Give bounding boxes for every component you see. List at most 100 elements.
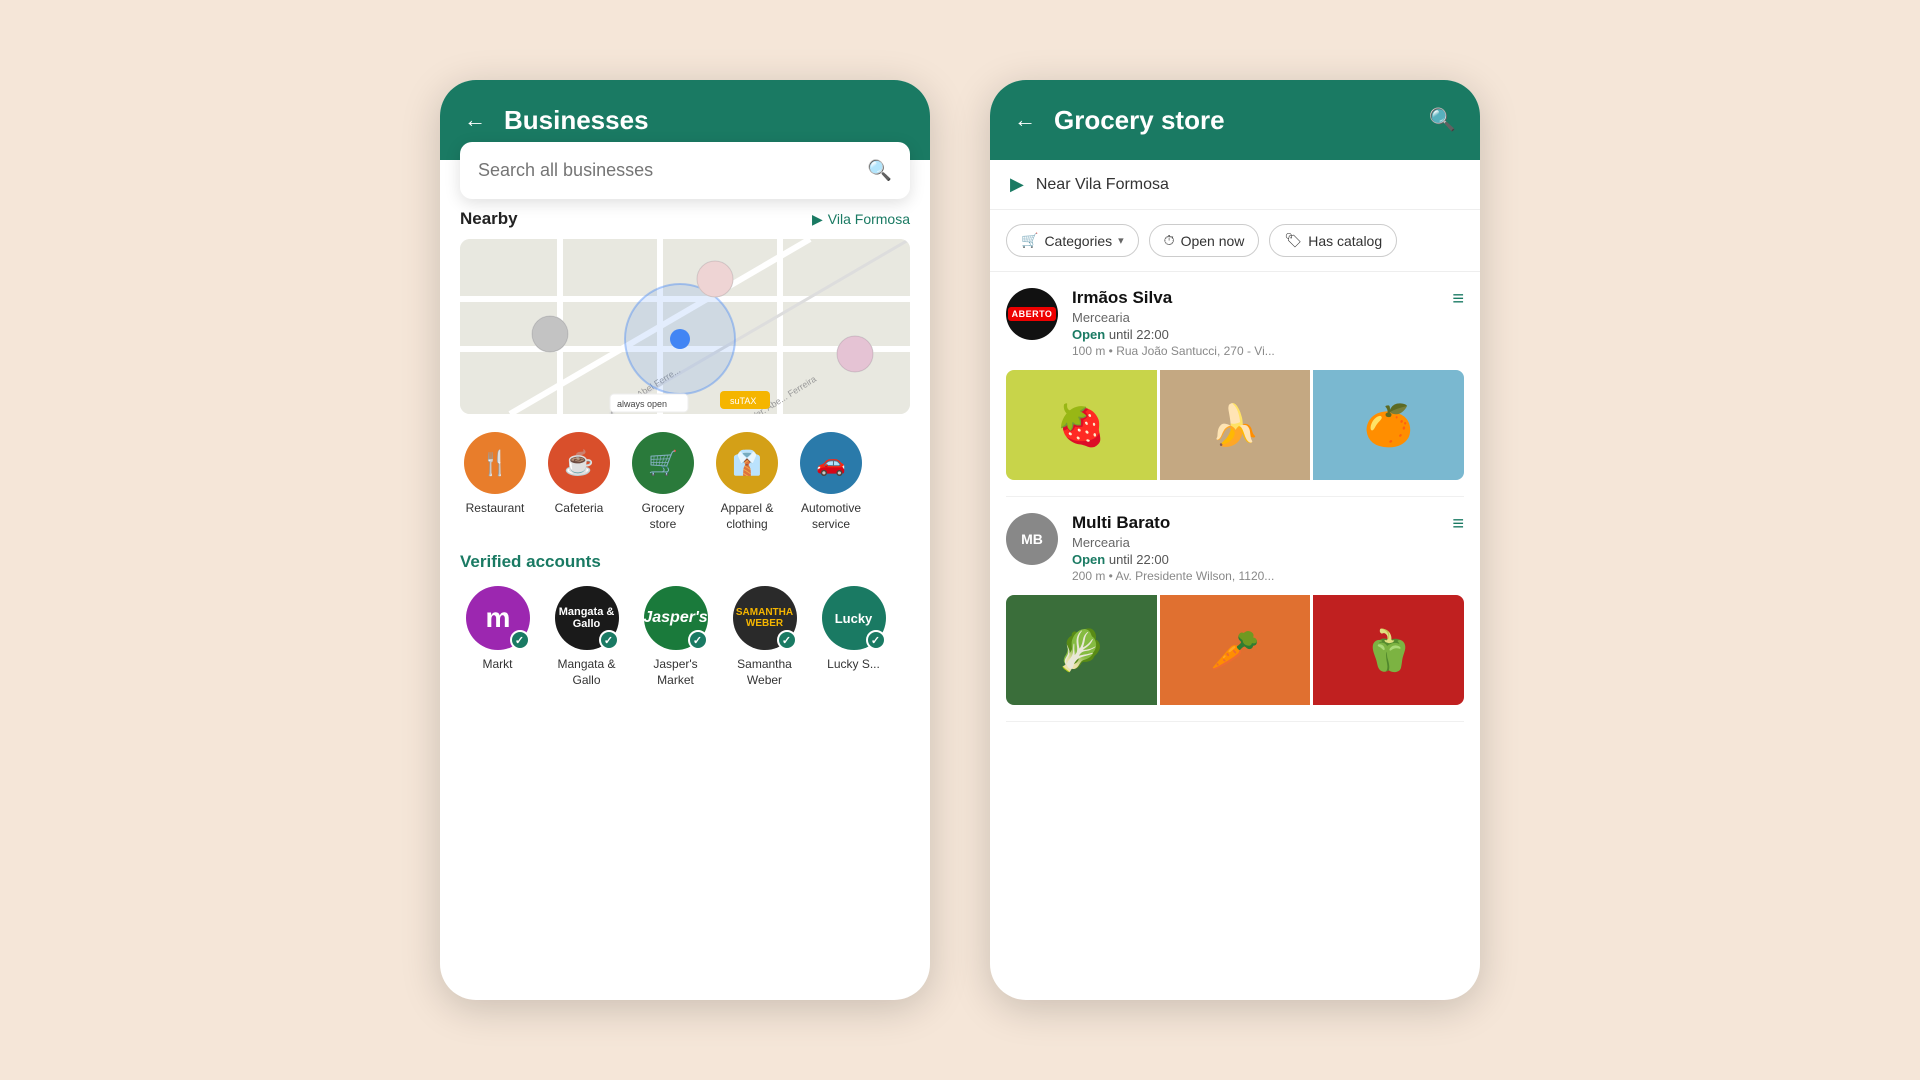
- restaurant-label: Restaurant: [466, 501, 525, 517]
- multibarato-address: 200 m • Av. Presidente Wilson, 1120...: [1072, 569, 1438, 583]
- mangata-name: Mangata & Gallo: [549, 657, 624, 688]
- lucky-check-icon: ✓: [866, 630, 886, 650]
- jaspers-avatar: Jasper's ✓: [644, 586, 708, 650]
- back-button[interactable]: ←: [464, 107, 486, 133]
- navigation-icon: ▶: [1010, 174, 1024, 195]
- irmaos-menu-icon[interactable]: ≡: [1452, 288, 1464, 311]
- category-auto[interactable]: 🚗 Automotive service: [796, 432, 866, 532]
- mangata-avatar: Mangata & Gallo ✓: [555, 586, 619, 650]
- filter-has-catalog[interactable]: 🏷 Has catalog: [1269, 224, 1397, 257]
- right-header: ← Grocery store 🔍: [990, 80, 1480, 160]
- category-apparel[interactable]: 👔 Apparel & clothing: [712, 432, 782, 532]
- business-irmaos[interactable]: ABERTO Irmãos Silva Mercearia Open until…: [1006, 272, 1464, 497]
- filter-open-now[interactable]: ⏱ Open now: [1149, 224, 1260, 257]
- nearby-section-header: Nearby ▶ Vila Formosa: [460, 209, 910, 229]
- apparel-label: Apparel & clothing: [712, 501, 782, 532]
- search-bar[interactable]: 🔍: [460, 142, 910, 199]
- markt-name: Markt: [483, 657, 513, 673]
- verified-mangata[interactable]: Mangata & Gallo ✓ Mangata & Gallo: [549, 586, 624, 688]
- filter-categories[interactable]: 🛒 Categories ▾: [1006, 224, 1139, 257]
- left-content: Nearby ▶ Vila Formosa Av. Ver.: [440, 209, 930, 688]
- verified-accounts-row: m ✓ Markt Mangata & Gallo ✓ Mangata & Ga…: [460, 586, 910, 688]
- nearby-label: Nearby: [460, 209, 518, 229]
- irmaos-status: Open until 22:00: [1072, 327, 1438, 342]
- chevron-down-icon: ▾: [1118, 234, 1124, 247]
- search-input[interactable]: [478, 160, 855, 181]
- irmaos-type: Mercearia: [1072, 310, 1438, 325]
- multibarato-status: Open until 22:00: [1072, 552, 1438, 567]
- restaurant-icon: 🍴: [464, 432, 526, 494]
- irmaos-address: 100 m • Rua João Santucci, 270 - Vi...: [1072, 344, 1438, 358]
- irmaos-top: ABERTO Irmãos Silva Mercearia Open until…: [1006, 288, 1464, 358]
- irmaos-images: 🍓 🍌 🍊: [1006, 370, 1464, 480]
- jaspers-name: Jasper's Market: [638, 657, 713, 688]
- auto-icon: 🚗: [800, 432, 862, 494]
- samantha-name: Samantha Weber: [727, 657, 802, 688]
- markt-avatar: m ✓: [466, 586, 530, 650]
- right-phone: ← Grocery store 🔍 ▶ Near Vila Formosa 🛒 …: [990, 80, 1480, 1000]
- location-badge[interactable]: ▶ Vila Formosa: [812, 211, 910, 228]
- business-list: ABERTO Irmãos Silva Mercearia Open until…: [990, 272, 1480, 722]
- multibarato-avatar: MB: [1006, 513, 1058, 565]
- map-area[interactable]: Av. Ver. Abel Ferre... Ver. Abe... Ferre…: [460, 239, 910, 414]
- grocery-label: Grocery store: [628, 501, 698, 532]
- grocery-icon: 🛒: [632, 432, 694, 494]
- multibarato-name: Multi Barato: [1072, 513, 1438, 533]
- location-text: Near Vila Formosa: [1036, 176, 1169, 194]
- irmaos-img-1: 🍓: [1006, 370, 1157, 480]
- irmaos-img-3: 🍊: [1313, 370, 1464, 480]
- lucky-avatar: Lucky ✓: [822, 586, 886, 650]
- irmaos-hours: until 22:00: [1105, 327, 1169, 342]
- categories-row: 🍴 Restaurant ☕ Cafeteria 🛒 Grocery store…: [460, 432, 910, 532]
- verified-jaspers[interactable]: Jasper's ✓ Jasper's Market: [638, 586, 713, 688]
- svg-text:always open: always open: [617, 399, 667, 409]
- category-restaurant[interactable]: 🍴 Restaurant: [460, 432, 530, 532]
- open-now-label: Open now: [1181, 233, 1245, 249]
- cafeteria-label: Cafeteria: [555, 501, 604, 517]
- right-page-title: Grocery store: [1054, 105, 1411, 136]
- multibarato-menu-icon[interactable]: ≡: [1452, 513, 1464, 536]
- category-cafeteria[interactable]: ☕ Cafeteria: [544, 432, 614, 532]
- business-multibarato[interactable]: MB Multi Barato Mercearia Open until 22:…: [1006, 497, 1464, 722]
- multibarato-top: MB Multi Barato Mercearia Open until 22:…: [1006, 513, 1464, 583]
- location-bar[interactable]: ▶ Near Vila Formosa: [990, 160, 1480, 210]
- multibarato-avatar-text: MB: [1021, 531, 1043, 547]
- filter-row: 🛒 Categories ▾ ⏱ Open now 🏷 Has catalog: [990, 210, 1480, 272]
- svg-text:suTAX: suTAX: [730, 396, 756, 406]
- irmaos-name: Irmãos Silva: [1072, 288, 1438, 308]
- location-icon: ▶: [812, 211, 823, 228]
- right-search-icon[interactable]: 🔍: [1429, 107, 1456, 133]
- has-catalog-label: Has catalog: [1308, 233, 1382, 249]
- samantha-check-icon: ✓: [777, 630, 797, 650]
- jaspers-check-icon: ✓: [688, 630, 708, 650]
- mangata-check-icon: ✓: [599, 630, 619, 650]
- verified-lucky[interactable]: Lucky ✓ Lucky S...: [816, 586, 891, 688]
- verified-markt[interactable]: m ✓ Markt: [460, 586, 535, 688]
- auto-label: Automotive service: [796, 501, 866, 532]
- location-text: Vila Formosa: [828, 211, 910, 227]
- categories-label: Categories: [1044, 233, 1112, 249]
- multibarato-images: 🥬 🥕 🫑: [1006, 595, 1464, 705]
- verified-section-title: Verified accounts: [460, 552, 910, 572]
- multibarato-img-1: 🥬: [1006, 595, 1157, 705]
- markt-check-icon: ✓: [510, 630, 530, 650]
- irmaos-img-2: 🍌: [1160, 370, 1311, 480]
- multibarato-img-2: 🥕: [1160, 595, 1311, 705]
- lucky-name: Lucky S...: [827, 657, 880, 673]
- search-bar-container: 🔍: [440, 142, 930, 199]
- left-phone: ← Businesses 🔍 Nearby ▶ Vila Formosa: [440, 80, 930, 1000]
- samantha-avatar: SAMANTHA WEBER ✓: [733, 586, 797, 650]
- catalog-icon: 🏷: [1284, 232, 1302, 249]
- irmaos-info: Irmãos Silva Mercearia Open until 22:00 …: [1072, 288, 1438, 358]
- right-back-button[interactable]: ←: [1014, 107, 1036, 133]
- irmaos-aberto-badge: ABERTO: [1008, 307, 1057, 321]
- search-icon: 🔍: [867, 158, 892, 183]
- multibarato-type: Mercearia: [1072, 535, 1438, 550]
- multibarato-open: Open: [1072, 552, 1105, 567]
- multibarato-img-3: 🫑: [1313, 595, 1464, 705]
- apparel-icon: 👔: [716, 432, 778, 494]
- multibarato-hours: until 22:00: [1105, 552, 1169, 567]
- verified-samantha[interactable]: SAMANTHA WEBER ✓ Samantha Weber: [727, 586, 802, 688]
- category-grocery[interactable]: 🛒 Grocery store: [628, 432, 698, 532]
- cafeteria-icon: ☕: [548, 432, 610, 494]
